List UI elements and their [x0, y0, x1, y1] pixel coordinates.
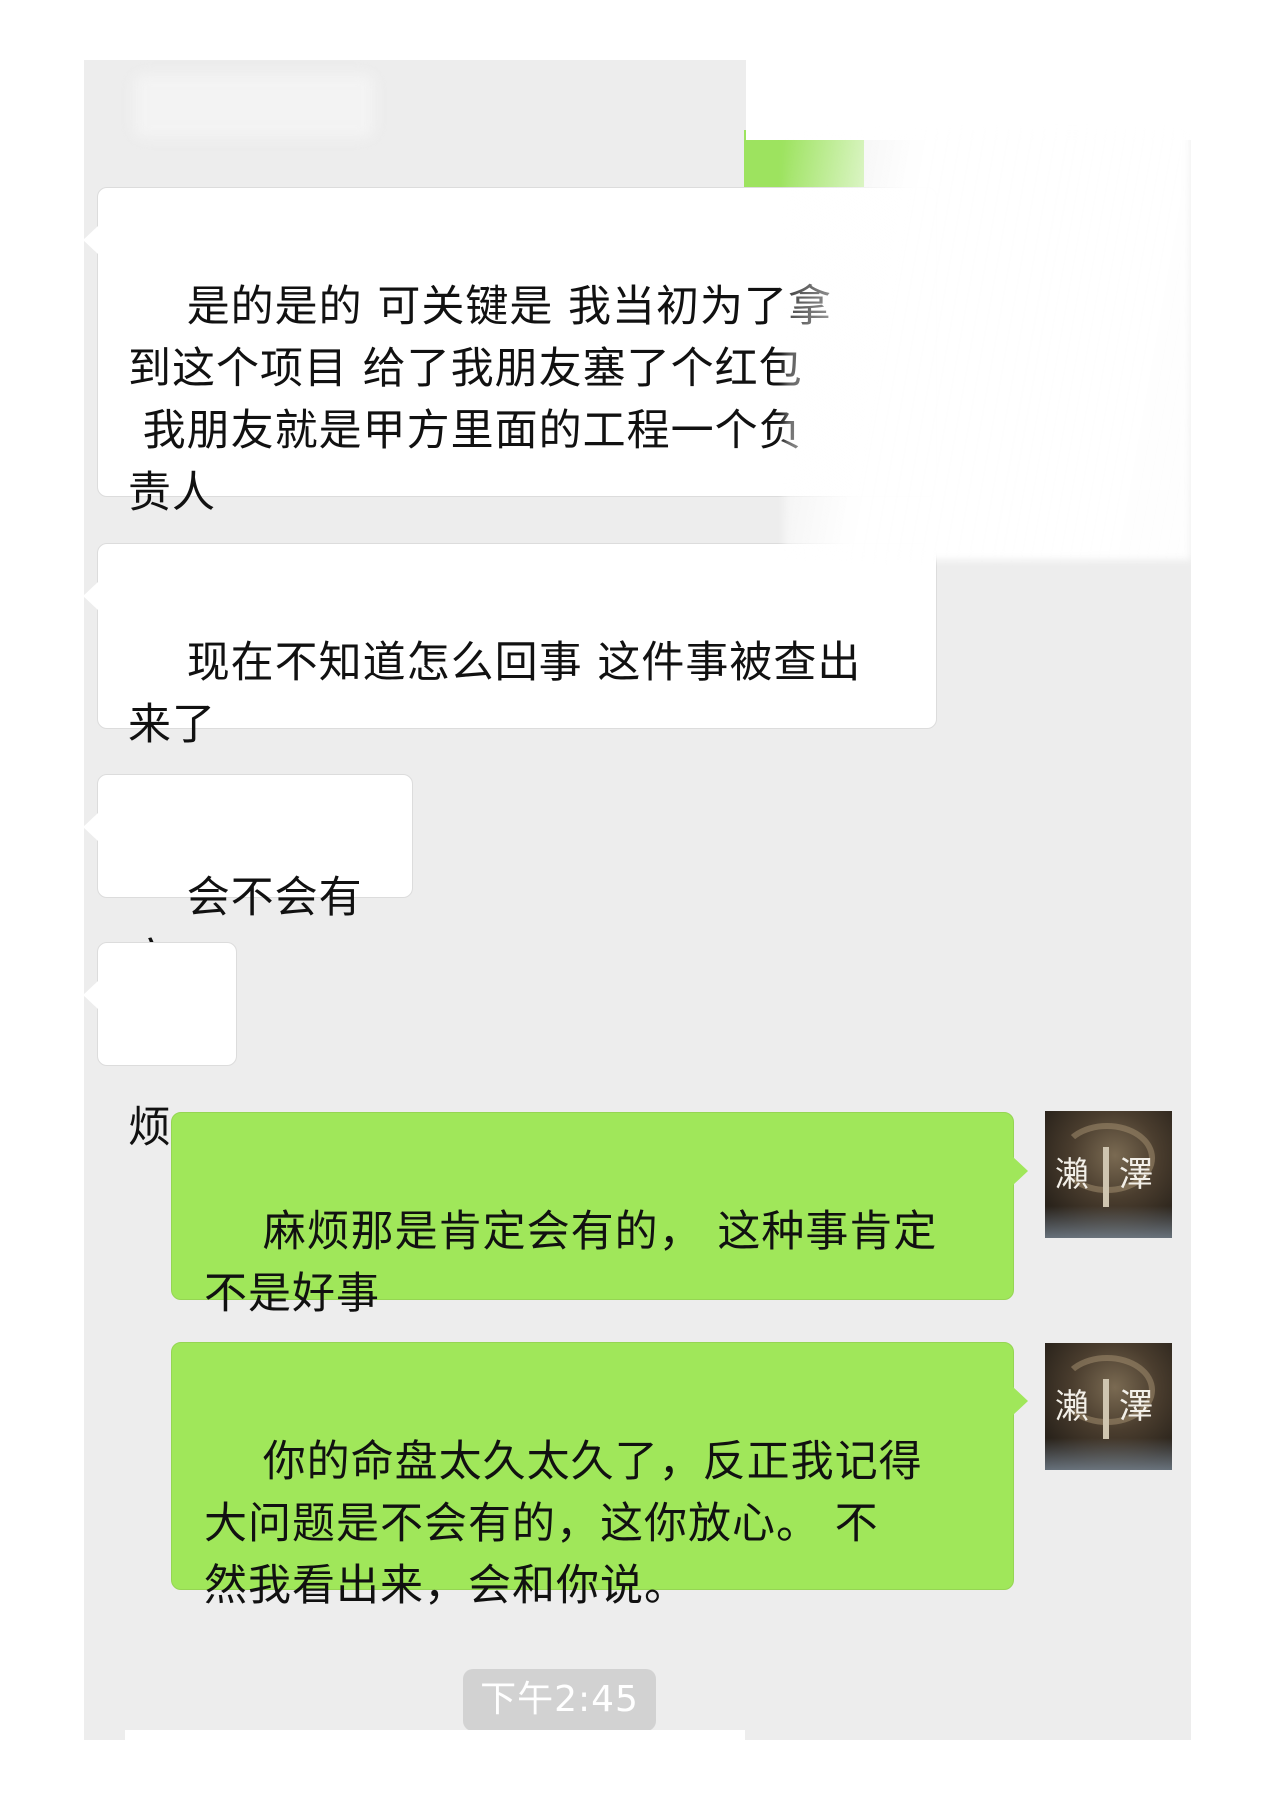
timestamp-badge: 下午2:45: [463, 1669, 656, 1731]
avatar[interactable]: 瀨 澤: [1045, 1343, 1172, 1470]
avatar[interactable]: 瀨 澤: [1045, 1111, 1172, 1238]
avatar-glyph: 澤: [1119, 1155, 1153, 1195]
avatar-mist: [1045, 1206, 1172, 1238]
input-bar-edge: [125, 1730, 745, 1740]
avatar-mist: [1045, 1438, 1172, 1470]
blurred-header: [134, 74, 374, 138]
message-text: 麻烦那是肯定会有的， 这种事肯定 不是好事: [204, 1207, 938, 1319]
avatar-glyph: 瀨: [1055, 1155, 1089, 1195]
incoming-message[interactable]: 烦: [84, 942, 237, 1153]
image-smudge: [784, 130, 1191, 560]
avatar-divider: [1103, 1379, 1109, 1439]
avatar-glyph: 澤: [1119, 1387, 1153, 1427]
outgoing-message[interactable]: 麻烦那是肯定会有的， 这种事肯定 不是好事: [171, 1112, 1028, 1319]
redaction-block: [746, 60, 1191, 140]
incoming-message[interactable]: 现在不知道怎么回事 这件事被查出 来了: [84, 543, 937, 750]
avatar-glyph: 瀨: [1055, 1387, 1089, 1427]
outgoing-message[interactable]: 你的命盘太久太久了，反正我记得 大问题是不会有的，这你放心。 不 然我看出来，会…: [171, 1342, 1028, 1611]
message-text: 是的是的 可关键是 我当初为了拿 到这个项目 给了我朋友塞了个红包 我朋友就是甲…: [128, 282, 833, 518]
incoming-message[interactable]: 会不会有麻: [84, 774, 413, 985]
chat-panel: 是的是的 可关键是 我当初为了拿 到这个项目 给了我朋友塞了个红包 我朋友就是甲…: [84, 60, 1191, 1740]
message-text: 现在不知道怎么回事 这件事被查出 来了: [128, 638, 862, 750]
avatar-divider: [1103, 1147, 1109, 1207]
message-text: 烦: [128, 1103, 172, 1153]
message-text: 你的命盘太久太久了，反正我记得 大问题是不会有的，这你放心。 不 然我看出来，会…: [204, 1437, 923, 1611]
